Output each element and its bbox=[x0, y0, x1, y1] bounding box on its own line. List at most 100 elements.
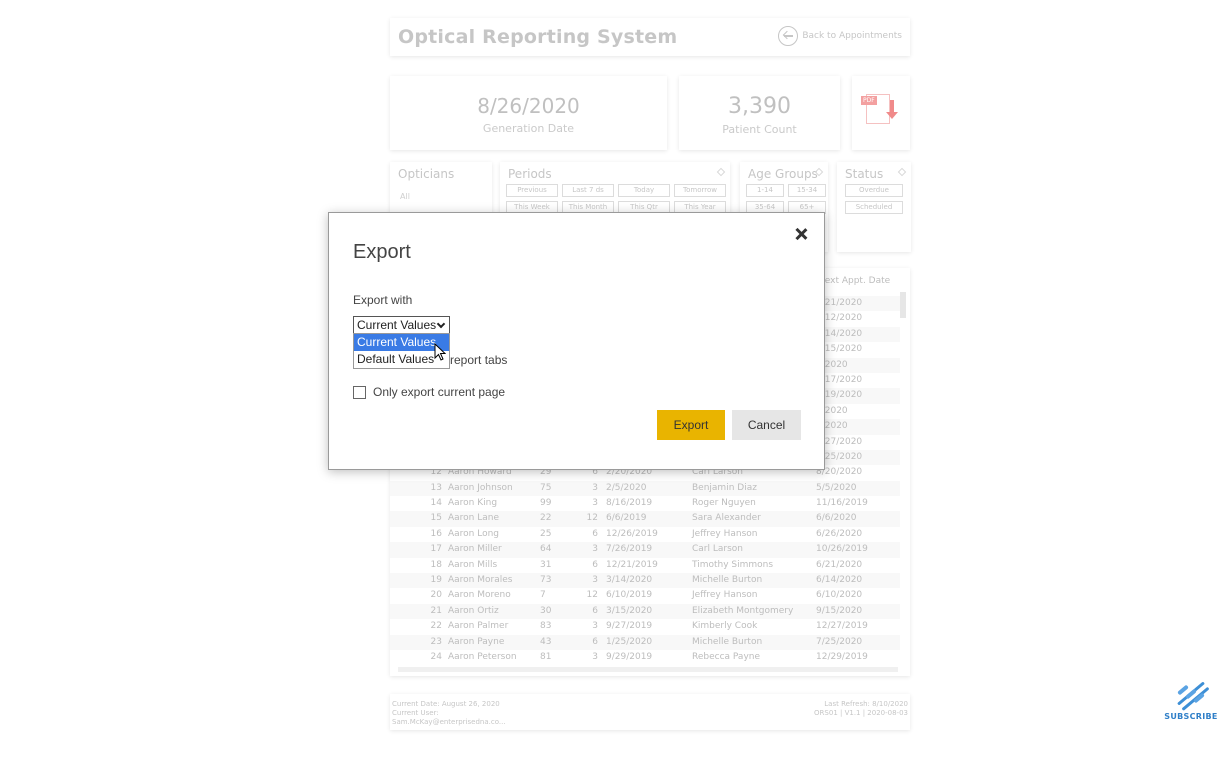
table-cell-age: 30 bbox=[540, 605, 552, 616]
export-button[interactable]: Export bbox=[657, 410, 725, 440]
table-cell-int: 3 bbox=[592, 498, 598, 509]
close-icon[interactable] bbox=[794, 227, 808, 241]
period-chip[interactable]: Previous bbox=[506, 184, 558, 197]
table-cell-age: 81 bbox=[540, 651, 552, 662]
table-cell-age: 43 bbox=[540, 636, 552, 647]
back-to-appointments-link[interactable]: Back to Appointments bbox=[778, 26, 902, 46]
dialog-title: Export bbox=[353, 241, 411, 263]
subscribe-watermark[interactable]: SUBSCRIBE bbox=[1162, 676, 1220, 721]
scroll-thumb[interactable] bbox=[900, 292, 906, 318]
age-chip[interactable]: 15-34 bbox=[788, 184, 826, 197]
period-chip[interactable]: Last 7 ds bbox=[562, 184, 614, 197]
cancel-button[interactable]: Cancel bbox=[732, 410, 801, 440]
table-cell-int: 3 bbox=[592, 482, 598, 493]
table-cell-age: 75 bbox=[540, 482, 552, 493]
table-cell-last: 6/6/2019 bbox=[606, 513, 647, 524]
vertical-scrollbar[interactable] bbox=[900, 278, 906, 668]
period-chip[interactable]: Tomorrow bbox=[674, 184, 726, 197]
export-with-label: Export with bbox=[353, 293, 413, 307]
period-chip[interactable]: Today bbox=[618, 184, 670, 197]
table-cell-opt: Elizabeth Montgomery bbox=[692, 605, 794, 616]
footer-user-email: Sam.McKay@enterprisedna.co... bbox=[392, 718, 506, 726]
table-cell-next: 10/26/2019 bbox=[816, 544, 868, 555]
only-current-page-label: Only export current page bbox=[373, 385, 506, 399]
only-current-page-checkbox[interactable] bbox=[353, 385, 366, 399]
table-cell-age: 64 bbox=[540, 544, 552, 555]
table-cell-int: 6 bbox=[592, 636, 598, 647]
footer-current-user: Current User: bbox=[392, 709, 439, 717]
table-cell-name: Aaron Payne bbox=[448, 636, 505, 647]
table-cell-last: 3/14/2020 bbox=[606, 575, 653, 586]
table-cell-opt: Michelle Burton bbox=[692, 575, 763, 586]
eraser-icon[interactable] bbox=[716, 167, 726, 177]
table-cell-opt: Jeffrey Hanson bbox=[692, 528, 758, 539]
table-cell-next: 6/10/2020 bbox=[816, 590, 863, 601]
table-row[interactable]: 17 Aaron Miller 64 3 7/26/2019 Carl Larson 10/… bbox=[390, 542, 900, 558]
table-cell-next: 12/29/2019 bbox=[816, 651, 868, 662]
next-appt-header[interactable]: Next Appt. Date bbox=[818, 276, 890, 286]
age-chip[interactable]: 1-14 bbox=[746, 184, 784, 197]
table-cell-age: 83 bbox=[540, 621, 552, 632]
table-cell-name: Aaron Palmer bbox=[448, 621, 509, 632]
report-footer: Current Date: August 26, 2020 Current Us… bbox=[390, 694, 910, 730]
table-cell-int: 6 bbox=[592, 559, 598, 570]
table-row[interactable]: 16 Aaron Long 25 6 12/26/2019 Jeffrey Hanson 6… bbox=[390, 527, 900, 542]
table-cell-last: 1/25/2020 bbox=[606, 636, 653, 647]
footer-last-refresh: Last Refresh: 8/10/2020 bbox=[824, 700, 908, 708]
table-cell-last: 12/21/2019 bbox=[606, 559, 658, 570]
chevron-down-icon bbox=[436, 319, 446, 329]
table-cell-last: 12/26/2019 bbox=[606, 528, 658, 539]
periods-title: Periods bbox=[508, 167, 552, 181]
only-current-page-row: Only export current page bbox=[353, 385, 505, 399]
status-chip[interactable]: Scheduled bbox=[845, 201, 903, 214]
table-cell-name: Aaron Johnson bbox=[448, 482, 513, 493]
report-header: Optical Reporting System Back to Appoint… bbox=[390, 18, 910, 56]
generation-date-value: 8/26/2020 bbox=[477, 94, 580, 118]
table-cell-next: 7/25/2020 bbox=[816, 636, 863, 647]
table-row[interactable]: 14 Aaron King 99 3 8/16/2019 Roger Nguyen 11/1… bbox=[390, 496, 900, 511]
table-cell-opt: Kimberly Cook bbox=[692, 621, 758, 632]
table-row[interactable]: 13 Aaron Johnson 75 3 2/5/2020 Benjamin Diaz 5… bbox=[390, 480, 900, 497]
table-cell-name: Aaron King bbox=[448, 498, 498, 509]
status-slicer: Status Overdue Scheduled bbox=[837, 162, 911, 252]
table-cell-opt: Benjamin Diaz bbox=[692, 482, 757, 493]
table-cell-last: 6/10/2019 bbox=[606, 590, 653, 601]
export-with-select[interactable]: Current Values bbox=[353, 316, 450, 334]
table-row[interactable]: 15 Aaron Lane 22 12 6/6/2019 Sara Alexander 6/… bbox=[390, 511, 900, 527]
patient-count-card: 3,390 Patient Count bbox=[679, 76, 840, 150]
screen: Optical Reporting System Back to Appoint… bbox=[0, 0, 1231, 768]
table-cell-id: 22 bbox=[430, 621, 442, 632]
pdf-export-button[interactable] bbox=[852, 76, 910, 150]
table-cell-name: Aaron Moreno bbox=[448, 590, 511, 601]
table-cell-next: 6/6/2020 bbox=[816, 513, 857, 524]
table-cell-opt: Jeffrey Hanson bbox=[692, 590, 758, 601]
table-cell-id: 16 bbox=[430, 528, 442, 539]
opticians-value: All bbox=[400, 192, 410, 201]
table-cell-id: 23 bbox=[430, 636, 442, 647]
table-row[interactable]: 21 Aaron Ortiz 30 6 3/15/2020 Elizabeth Montg… bbox=[390, 603, 900, 620]
table-cell-opt: Sara Alexander bbox=[692, 513, 761, 524]
table-cell-age: 99 bbox=[540, 498, 552, 509]
status-chip[interactable]: Overdue bbox=[845, 184, 903, 197]
table-row[interactable]: 24 Aaron Peterson 81 3 9/29/2019 Rebecca Payn… bbox=[390, 650, 900, 665]
table-cell-id: 15 bbox=[430, 513, 442, 524]
download-arrow-icon bbox=[886, 100, 898, 119]
export-dialog: Export Export with Current Values Curren… bbox=[328, 212, 825, 470]
pdf-download-icon bbox=[861, 94, 890, 124]
table-row[interactable]: 22 Aaron Palmer 83 3 9/27/2019 Kimberly Cook 1… bbox=[390, 619, 900, 634]
table-row[interactable]: 20 Aaron Moreno 7 12 6/10/2019 Jeffrey Hanson… bbox=[390, 588, 900, 603]
table-cell-next: 6/26/2020 bbox=[816, 528, 863, 539]
eraser-icon[interactable] bbox=[897, 167, 907, 177]
table-row[interactable]: 19 Aaron Morales 73 3 3/14/2020 Michelle Burt… bbox=[390, 573, 900, 589]
table-cell-age: 7 bbox=[540, 590, 546, 601]
footer-current-date: Current Date: August 26, 2020 bbox=[392, 700, 500, 708]
table-cell-age: 25 bbox=[540, 528, 552, 539]
footer-version: ORS01 | V1.1 | 2020-08-03 bbox=[814, 709, 908, 717]
table-row[interactable]: 23 Aaron Payne 43 6 1/25/2020 Michelle Burton… bbox=[390, 634, 900, 650]
table-cell-int: 3 bbox=[592, 651, 598, 662]
report-title: Optical Reporting System bbox=[398, 26, 678, 48]
dna-icon bbox=[1171, 676, 1211, 712]
table-cell-next: 6/21/2020 bbox=[816, 559, 863, 570]
table-row[interactable]: 18 Aaron Mills 31 6 12/21/2019 Timothy Simmon… bbox=[390, 558, 900, 573]
horizontal-scrollbar[interactable] bbox=[398, 667, 898, 672]
